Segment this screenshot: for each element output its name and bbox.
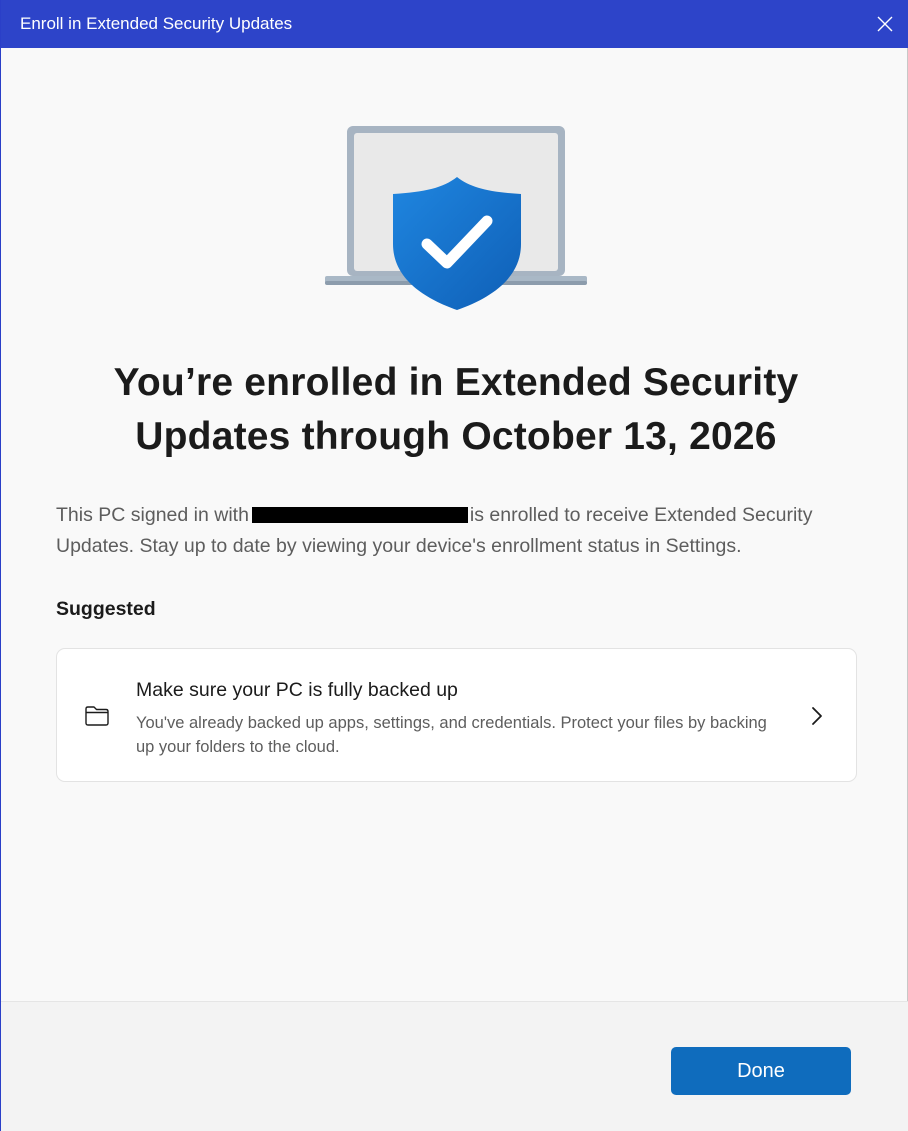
backup-suggestion-card[interactable]: Make sure your PC is fully backed up You… — [56, 648, 857, 782]
done-button[interactable]: Done — [671, 1047, 851, 1095]
title-bar: Enroll in Extended Security Updates — [1, 0, 908, 48]
description-prefix: This PC signed in with — [56, 504, 249, 526]
card-description: You've already backed up apps, settings,… — [136, 714, 767, 756]
enrollment-description: This PC signed in with is enrolled to rec… — [56, 500, 856, 562]
dialog-footer: Done — [1, 1001, 908, 1131]
dialog-window: Enroll in Extended Security Updates You’… — [0, 0, 908, 1131]
suggested-heading: Suggested — [56, 598, 156, 620]
close-button[interactable] — [861, 0, 908, 48]
laptop-shield-check-icon — [325, 126, 587, 310]
redacted-account — [251, 507, 468, 523]
chevron-right-icon — [812, 707, 822, 725]
folder-icon — [85, 706, 109, 726]
close-icon — [877, 16, 893, 32]
page-title: You’re enrolled in Extended Security Upd… — [113, 361, 799, 458]
card-title: Make sure your PC is fully backed up — [136, 679, 458, 701]
window-title: Enroll in Extended Security Updates — [20, 14, 293, 33]
